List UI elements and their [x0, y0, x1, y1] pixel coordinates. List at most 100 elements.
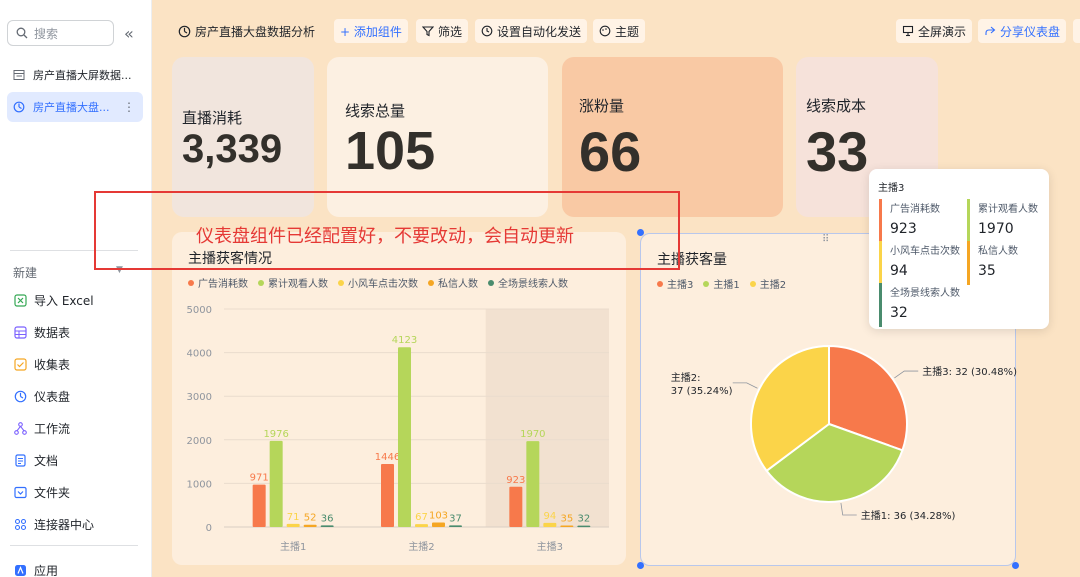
theme-label: 主题: [615, 24, 640, 39]
legend-item[interactable]: 全场景线索人数: [488, 275, 568, 290]
excel-icon: [13, 293, 27, 307]
pie-slice-label-line: 主播1: 36 (34.28%): [861, 509, 956, 522]
x-tick-label: 主播3: [537, 540, 563, 553]
collapse-sidebar-icon[interactable]: «: [124, 24, 134, 43]
kpi-value: 66: [579, 120, 642, 183]
filter-icon: [422, 25, 434, 37]
app-icon: [13, 563, 27, 577]
x-tick-label: 主播2: [408, 540, 434, 553]
share-icon: [984, 25, 996, 37]
tooltip-item-name: 全场景线索人数: [890, 288, 960, 299]
toolbar-overflow[interactable]: [1073, 19, 1080, 43]
bar: [381, 463, 394, 527]
tooltip-item-value: 94: [890, 263, 908, 279]
legend-dot: [258, 279, 264, 286]
tooltip-item: 小风车点击次数 94: [879, 241, 960, 285]
table-icon: [13, 69, 27, 81]
filter-button[interactable]: 筛选: [416, 19, 469, 43]
tooltip-item: 私信人数 35: [967, 241, 1047, 285]
bar-chart-card[interactable]: 主播获客情况 广告消耗数 累计观看人数 小风车点击次数 私信人数 全场景线索人数 0 10…: [172, 232, 626, 565]
nav-label: 连接器中心: [34, 517, 95, 532]
legend-item[interactable]: 广告消耗数: [188, 275, 248, 290]
bar: [560, 525, 574, 527]
legend-label: 私信人数: [438, 279, 478, 290]
bar: [252, 484, 266, 527]
bar: [577, 525, 591, 528]
bar-value-label: 67: [415, 512, 428, 523]
divider: [10, 545, 138, 546]
nav-app[interactable]: 应用: [13, 559, 58, 577]
share-label: 分享仪表盘: [1000, 24, 1061, 39]
presentation-icon: [902, 25, 914, 37]
legend-dot: [428, 279, 434, 286]
bar: [526, 441, 540, 527]
nav-doc[interactable]: 文档: [13, 449, 58, 471]
bar-value-label: 52: [304, 513, 317, 524]
resize-handle[interactable]: [637, 562, 644, 569]
tooltip-title: 主播3: [878, 183, 905, 194]
share-dashboard-button[interactable]: 分享仪表盘: [978, 19, 1067, 43]
folder-icon: [13, 485, 27, 499]
legend-item[interactable]: 私信人数: [428, 275, 478, 290]
connector-icon: [13, 517, 27, 531]
nav-data-table[interactable]: 数据表: [13, 321, 70, 343]
bar-value-label: 1446: [375, 452, 400, 463]
chart-tooltip: 主播3 广告消耗数 923 累计观看人数 1970 小风车点击次数 94 私信人…: [869, 169, 1049, 329]
x-tick-label: 主播1: [280, 540, 306, 553]
bar: [509, 486, 523, 527]
y-tick-label: 2000: [187, 436, 212, 447]
search-icon: [16, 27, 34, 39]
auto-send-button[interactable]: 设置自动化发送: [475, 19, 588, 43]
kpi-value: 105: [345, 121, 436, 181]
doc-icon: [13, 453, 27, 467]
nav-connector-center[interactable]: 连接器中心: [13, 513, 94, 535]
legend-item[interactable]: 小风车点击次数: [338, 275, 418, 290]
dashboard-icon: [13, 101, 27, 113]
bar: [449, 525, 462, 527]
legend-dot: [488, 279, 494, 286]
fullscreen-button[interactable]: 全屏演示: [896, 19, 973, 43]
nav-label: 数据表: [34, 325, 71, 340]
filter-label: 筛选: [438, 24, 463, 39]
nav-workflow[interactable]: 工作流: [13, 417, 70, 439]
nav-label: 导入 Excel: [34, 293, 94, 308]
nav-dashboard[interactable]: 仪表盘: [13, 385, 70, 407]
tooltip-item-value: 923: [890, 221, 917, 237]
resize-handle[interactable]: [1012, 562, 1019, 569]
theme-button[interactable]: 主题: [593, 19, 646, 43]
add-component-button[interactable]: + 添加组件: [334, 19, 408, 43]
tooltip-item-name: 广告消耗数: [890, 204, 940, 215]
hover-highlight: [485, 309, 609, 527]
pie-label-leader: [894, 370, 919, 379]
nav-form[interactable]: 收集表: [13, 353, 70, 375]
bar-value-label: 37: [449, 513, 462, 524]
bar-chart: 0 1000 2000 3000 4000 5000 971 1976 71 52 36 主播1 144…: [187, 305, 609, 553]
bar-value-label: 1970: [520, 429, 545, 440]
kpi-value: 33: [806, 120, 869, 183]
nav-label: 收集表: [34, 357, 71, 372]
more-options-icon[interactable]: ⋮: [123, 100, 135, 114]
sidebar-doc-table[interactable]: 房产直播大屏数据...: [7, 60, 143, 90]
nav-folder[interactable]: 文件夹: [13, 481, 70, 503]
clock-icon: [481, 25, 493, 37]
dashboard-title[interactable]: 房产直播大盘数据分析: [172, 19, 321, 43]
sidebar-doc-dashboard[interactable]: 房产直播大盘... ⋮: [7, 92, 143, 122]
tooltip-item-name: 私信人数: [978, 246, 1018, 257]
nav-label: 文件夹: [34, 485, 71, 500]
search-placeholder: 搜索: [34, 26, 59, 41]
bar-value-label: 32: [577, 514, 590, 525]
nav-label: 仪表盘: [34, 389, 71, 404]
new-section-label: 新建: [13, 266, 38, 280]
bar: [543, 522, 557, 527]
nav-import-excel[interactable]: 导入 Excel: [13, 289, 94, 311]
y-tick-label: 4000: [187, 349, 212, 360]
bar: [398, 347, 411, 527]
legend-item[interactable]: 累计观看人数: [258, 275, 328, 290]
bar-value-label: 36: [321, 513, 334, 524]
pie-slice-label-line: 37 (35.24%): [671, 386, 733, 397]
bar: [286, 523, 300, 527]
pie-label-leader: [732, 382, 758, 389]
tooltip-item-name: 小风车点击次数: [890, 246, 960, 257]
search-input[interactable]: 搜索: [7, 20, 114, 46]
tooltip-item-value: 1970: [978, 221, 1014, 237]
